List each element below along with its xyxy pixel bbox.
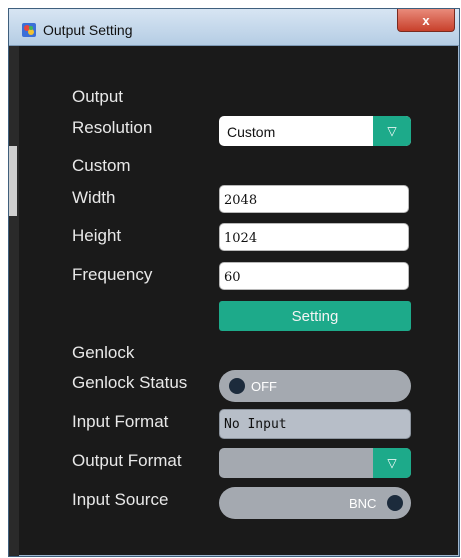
output-format-label: Output Format <box>72 451 182 470</box>
resolution-label: Resolution <box>72 118 153 137</box>
genlock-status-toggle[interactable]: OFF <box>219 370 411 402</box>
output-label: Output <box>72 87 124 106</box>
scrollbar-thumb[interactable] <box>9 146 17 216</box>
width-input[interactable]: 2048 <box>219 185 409 213</box>
genlock-status-state: OFF <box>251 379 277 394</box>
resolution-dropdown[interactable]: Custom ▽ <box>219 116 411 146</box>
width-label: Width <box>72 188 116 207</box>
side-scrollbar[interactable] <box>9 46 19 556</box>
input-source-state: BNC <box>349 496 377 511</box>
triangle-down-icon[interactable]: ▽ <box>373 116 411 146</box>
close-icon: x <box>422 12 430 28</box>
frequency-label: Frequency <box>72 265 153 284</box>
title-bar[interactable]: Output Setting x <box>9 9 459 46</box>
close-button[interactable]: x <box>397 9 455 32</box>
toggle-knob <box>229 378 245 394</box>
input-format-label: Input Format <box>72 412 169 431</box>
toggle-knob <box>387 495 403 511</box>
output-setting-window: Output Setting x Output Resolution Custo… <box>8 8 460 557</box>
genlock-status-label: Genlock Status <box>72 373 188 392</box>
input-source-label: Input Source <box>72 490 169 509</box>
setting-button[interactable]: Setting <box>219 301 411 331</box>
height-label: Height <box>72 226 122 245</box>
custom-label: Custom <box>72 156 131 175</box>
triangle-down-icon[interactable]: ▽ <box>373 448 411 478</box>
frequency-input[interactable]: 60 <box>219 262 409 290</box>
height-input[interactable]: 1024 <box>219 223 409 251</box>
window-title: Output Setting <box>43 22 133 38</box>
input-format-field: No Input <box>219 409 411 439</box>
resolution-value: Custom <box>227 124 276 140</box>
input-source-toggle[interactable]: BNC <box>219 487 411 519</box>
genlock-label: Genlock <box>72 343 135 362</box>
app-logo-icon <box>22 23 36 37</box>
output-format-dropdown[interactable]: ▽ <box>219 448 411 478</box>
